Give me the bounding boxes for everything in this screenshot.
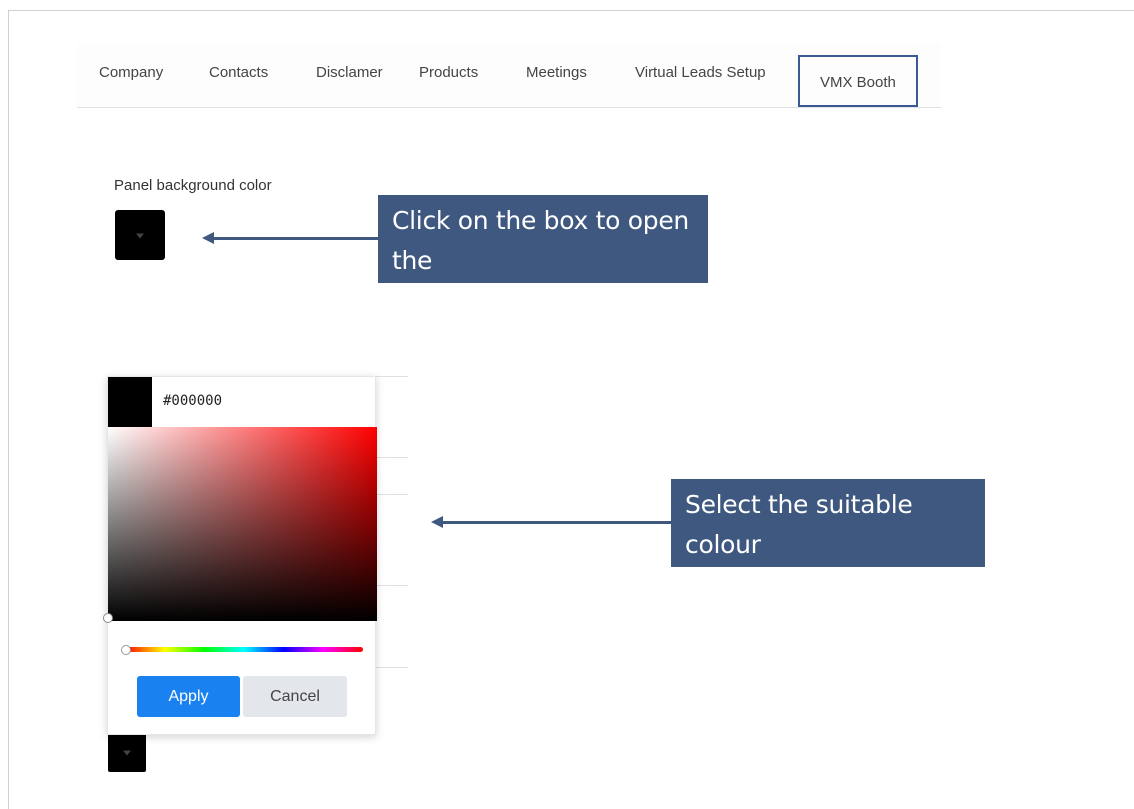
chevron-down-icon: [136, 233, 144, 239]
background-rows: [374, 376, 408, 668]
callout-line: selection of the colours: [392, 286, 677, 315]
hex-input[interactable]: #000000: [163, 393, 222, 409]
callout-emphasis: Apply: [838, 570, 909, 599]
color-picker-popup: #000000 Apply Cancel: [103, 376, 377, 735]
callout-line: Select the suitable colour: [685, 490, 913, 559]
chevron-down-icon: [123, 750, 131, 756]
row-divider: [374, 457, 408, 458]
tab-products[interactable]: Products: [419, 62, 478, 84]
tab-disclamer[interactable]: Disclamer: [316, 62, 383, 84]
row-divider: [374, 376, 408, 377]
callout-line: and click on Apply: [685, 565, 971, 605]
saturation-handle[interactable]: [103, 613, 113, 623]
callout-open-selection: Click on the box to open the selection o…: [378, 195, 708, 315]
callout-line: Click on the box to open the: [392, 206, 689, 275]
tab-vmx-booth[interactable]: VMX Booth: [798, 55, 918, 107]
apply-button[interactable]: Apply: [137, 676, 240, 717]
saturation-value-area[interactable]: [108, 427, 377, 621]
panel-color-swatch[interactable]: [115, 210, 165, 260]
cancel-button[interactable]: Cancel: [243, 676, 347, 717]
callout-select-colour: Select the suitable colour and click on …: [671, 479, 985, 599]
row-divider: [374, 494, 408, 495]
callout-text: and click on: [685, 570, 839, 599]
hue-slider[interactable]: [125, 647, 363, 652]
tab-virtual-leads-setup[interactable]: Virtual Leads Setup: [635, 62, 766, 84]
tab-bar: Company Contacts Disclamer Products Meet…: [77, 44, 941, 108]
tab-company[interactable]: Company: [99, 62, 163, 84]
second-color-swatch[interactable]: [108, 732, 146, 772]
panel-background-color-label: Panel background color: [114, 177, 272, 194]
tab-contacts[interactable]: Contacts: [209, 62, 268, 84]
row-divider: [374, 585, 408, 586]
row-divider: [374, 667, 408, 668]
current-color-preview: [108, 377, 152, 427]
hue-handle[interactable]: [121, 645, 131, 655]
callout-arrow-2: [431, 516, 673, 528]
tab-meetings[interactable]: Meetings: [526, 62, 587, 84]
callout-arrow-1: [202, 232, 380, 244]
